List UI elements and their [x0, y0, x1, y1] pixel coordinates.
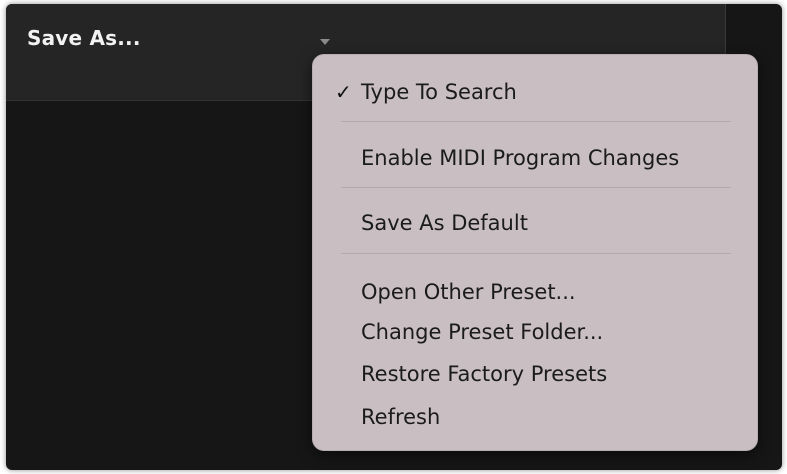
menu-item-save-as-default[interactable]: Save As Default [313, 203, 757, 243]
menu-separator [341, 121, 731, 122]
menu-item-label: Change Preset Folder... [361, 320, 604, 344]
menu-separator [341, 187, 731, 188]
menu-item-restore-factory-presets[interactable]: Restore Factory Presets [313, 354, 757, 394]
menu-item-type-to-search[interactable]: ✓ Type To Search [313, 72, 757, 112]
plugin-window: Save As... ✓ Type To Search Enable MIDI … [6, 4, 782, 470]
preset-name-label[interactable]: Save As... [27, 26, 141, 50]
menu-item-label: Refresh [361, 405, 441, 429]
menu-item-refresh[interactable]: Refresh [313, 397, 757, 437]
menu-item-label: Save As Default [361, 211, 528, 235]
preset-context-menu: ✓ Type To Search Enable MIDI Program Cha… [312, 54, 758, 451]
menu-item-enable-midi-program-changes[interactable]: Enable MIDI Program Changes [313, 138, 757, 178]
menu-item-label: Restore Factory Presets [361, 362, 608, 386]
menu-separator [341, 253, 731, 254]
menu-item-label: Enable MIDI Program Changes [361, 146, 680, 170]
menu-item-change-preset-folder[interactable]: Change Preset Folder... [313, 312, 757, 352]
checkmark-icon: ✓ [335, 80, 352, 104]
menu-item-label: Open Other Preset... [361, 280, 576, 304]
menu-item-label: Type To Search [361, 80, 517, 104]
chevron-down-icon[interactable] [320, 39, 330, 45]
menu-item-open-other-preset[interactable]: Open Other Preset... [313, 272, 757, 312]
